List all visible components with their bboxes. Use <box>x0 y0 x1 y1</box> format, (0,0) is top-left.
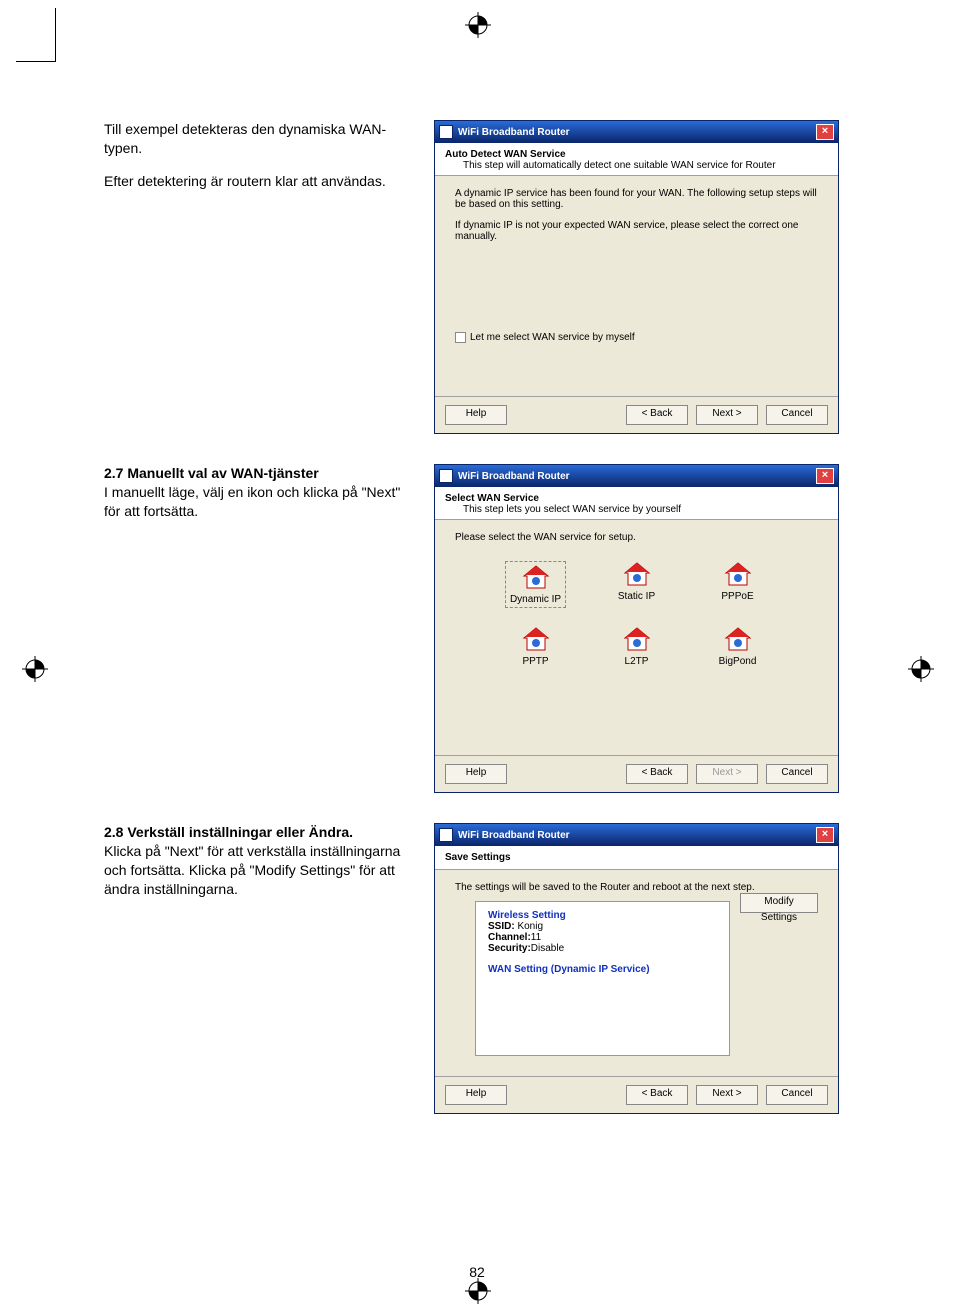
left-column: Till exempel detekteras den dynamiska WA… <box>104 120 434 434</box>
dialog-subheading: This step lets you select WAN service by… <box>445 504 828 515</box>
checkbox-manual-wan[interactable]: Let me select WAN service by myself <box>455 332 818 343</box>
security-label: Security: <box>488 943 531 954</box>
wan-service-label: BigPond <box>719 656 757 667</box>
help-button[interactable]: Help <box>445 764 507 784</box>
paragraph: Klicka på "Next" för att verkställa inst… <box>104 842 414 899</box>
body-text: If dynamic IP is not your expected WAN s… <box>455 220 818 242</box>
house-icon <box>521 564 551 590</box>
dialog-subheading: This step will automatically detect one … <box>445 160 828 171</box>
back-button[interactable]: < Back <box>626 764 688 784</box>
modify-settings-button[interactable]: Modify Settings <box>740 893 818 913</box>
next-button[interactable]: Next > <box>696 405 758 425</box>
cancel-button[interactable]: Cancel <box>766 1085 828 1105</box>
checkbox-label: Let me select WAN service by myself <box>470 332 635 343</box>
wan-service-pppoe[interactable]: PPPoE <box>707 561 768 608</box>
dialog-heading: Select WAN Service <box>445 493 828 504</box>
left-column: 2.8 Verkställ inställningar eller Ändra.… <box>104 823 434 1114</box>
close-icon[interactable]: × <box>816 468 834 484</box>
crop-mark <box>16 8 56 62</box>
body-text: Please select the WAN service for setup. <box>455 532 818 543</box>
wan-service-label: Static IP <box>618 591 655 602</box>
paragraph: Efter detektering är routern klar att an… <box>104 172 414 191</box>
next-button[interactable]: Next > <box>696 764 758 784</box>
wan-service-bigpond[interactable]: BigPond <box>707 626 768 667</box>
wan-service-label: L2TP <box>625 656 649 667</box>
summary-group-label: WAN Setting (Dynamic IP Service) <box>488 964 717 975</box>
close-icon[interactable]: × <box>816 827 834 843</box>
window-icon <box>439 828 453 842</box>
window-title: WiFi Broadband Router <box>458 471 570 482</box>
back-button[interactable]: < Back <box>626 1085 688 1105</box>
summary-group-label: Wireless Setting <box>488 910 717 921</box>
dialog-heading: Auto Detect WAN Service <box>445 149 828 160</box>
house-icon <box>622 626 652 652</box>
paragraph: I manuellt läge, välj en ikon och klicka… <box>104 483 414 521</box>
house-icon <box>521 626 551 652</box>
body-text: The settings will be saved to the Router… <box>455 882 818 893</box>
window-title: WiFi Broadband Router <box>458 127 570 138</box>
wan-service-static-ip[interactable]: Static IP <box>606 561 667 608</box>
window-icon <box>439 125 453 139</box>
dialog-select-wan: WiFi Broadband Router × Select WAN Servi… <box>434 464 839 793</box>
wan-service-label: Dynamic IP <box>510 594 561 605</box>
close-icon[interactable]: × <box>816 124 834 140</box>
wan-service-label: PPPoE <box>721 591 753 602</box>
security-value: Disable <box>531 943 564 954</box>
window-title: WiFi Broadband Router <box>458 830 570 841</box>
registration-mark <box>465 12 491 38</box>
body-text: A dynamic IP service has been found for … <box>455 188 818 210</box>
help-button[interactable]: Help <box>445 1085 507 1105</box>
page-number: 82 <box>0 1264 954 1280</box>
checkbox-icon <box>455 332 466 343</box>
dialog-save-settings: WiFi Broadband Router × Save Settings Th… <box>434 823 839 1114</box>
registration-mark <box>908 656 934 682</box>
channel-value: 11 <box>531 932 541 943</box>
house-icon <box>622 561 652 587</box>
ssid-label: SSID: <box>488 921 515 932</box>
channel-label: Channel: <box>488 932 531 943</box>
registration-mark <box>22 656 48 682</box>
dialog-auto-detect: WiFi Broadband Router × Auto Detect WAN … <box>434 120 839 434</box>
ssid-value: Konig <box>517 921 543 932</box>
cancel-button[interactable]: Cancel <box>766 405 828 425</box>
house-icon <box>723 626 753 652</box>
wan-service-dynamic-ip[interactable]: Dynamic IP <box>505 561 566 608</box>
window-icon <box>439 469 453 483</box>
paragraph: Till exempel detekteras den dynamiska WA… <box>104 120 414 158</box>
wan-service-label: PPTP <box>522 656 548 667</box>
back-button[interactable]: < Back <box>626 405 688 425</box>
section-heading: 2.8 Verkställ inställningar eller Ändra. <box>104 823 414 842</box>
left-column: 2.7 Manuellt val av WAN-tjänster I manue… <box>104 464 434 793</box>
dialog-heading: Save Settings <box>435 846 838 870</box>
house-icon <box>723 561 753 587</box>
settings-summary: Wireless Setting SSID: Konig Channel:11 … <box>475 901 730 1056</box>
section-heading: 2.7 Manuellt val av WAN-tjänster <box>104 464 414 483</box>
registration-mark <box>465 1278 491 1304</box>
wan-service-l2tp[interactable]: L2TP <box>606 626 667 667</box>
next-button[interactable]: Next > <box>696 1085 758 1105</box>
wan-service-pptp[interactable]: PPTP <box>505 626 566 667</box>
help-button[interactable]: Help <box>445 405 507 425</box>
cancel-button[interactable]: Cancel <box>766 764 828 784</box>
